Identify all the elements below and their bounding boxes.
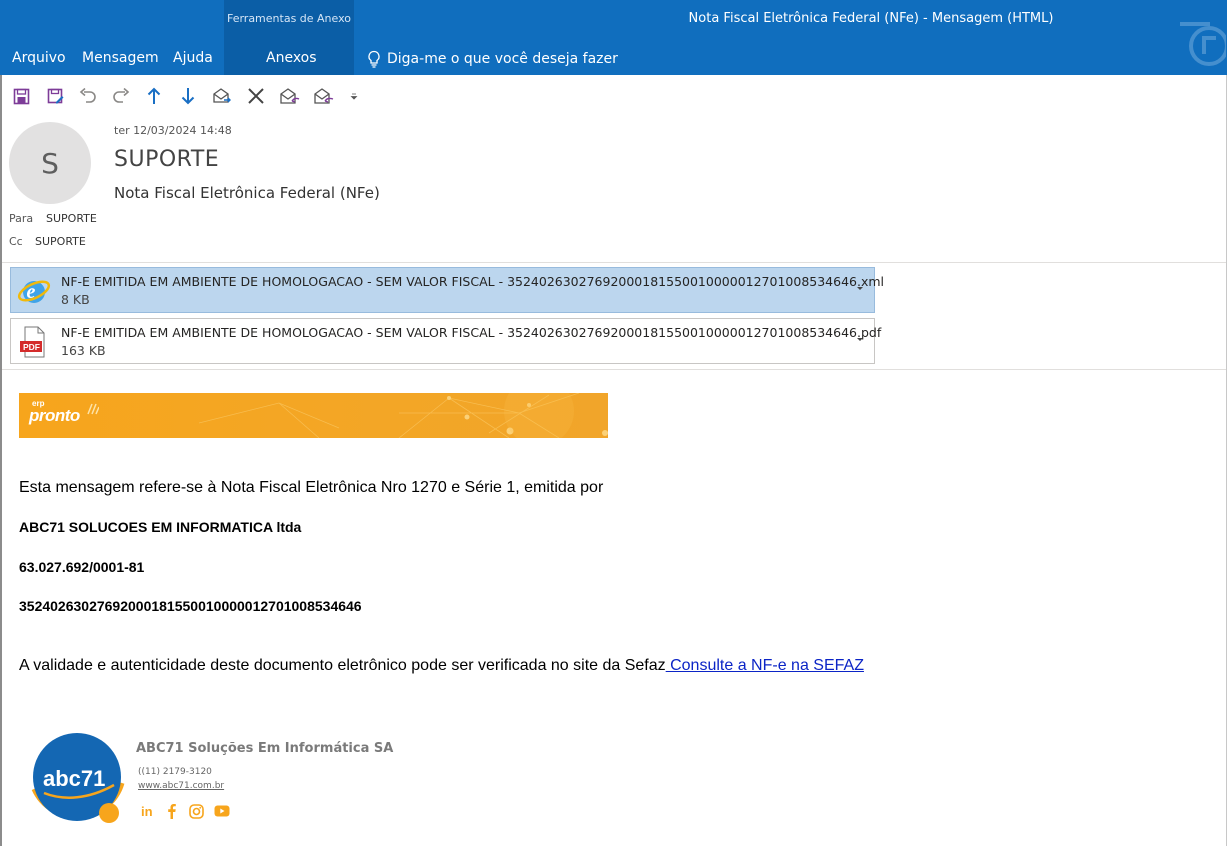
abc71-logo-icon: abc71 — [31, 733, 125, 823]
attachment-xml[interactable]: e NF-E EMITIDA EM AMBIENTE DE HOMOLOGACA… — [10, 267, 884, 313]
company-name: ABC71 SOLUCOES EM INFORMATICA ltda — [19, 519, 302, 535]
cc-value[interactable]: SUPORTE — [35, 235, 86, 248]
lightbulb-icon — [368, 50, 380, 68]
menu-mensagem[interactable]: Mensagem — [82, 50, 159, 66]
reply-icon[interactable] — [277, 84, 301, 108]
attachment-pdf[interactable]: PDF NF-E EMITIDA EM AMBIENTE DE HOMOLOGA… — [10, 318, 881, 364]
svg-text:PDF: PDF — [23, 342, 40, 352]
attachment-size: 163 KB — [61, 343, 106, 358]
attachments-divider — [2, 369, 1226, 370]
intro-text: Esta mensagem refere-se à Nota Fiscal El… — [19, 479, 604, 496]
avatar-initial: S — [41, 146, 59, 180]
menu-anexos[interactable]: Anexos — [266, 50, 317, 66]
sefaz-link[interactable]: Consulte a NF-e na SEFAZ — [666, 657, 864, 674]
context-group-label: Ferramentas de Anexo — [226, 12, 352, 25]
validity-paragraph: A validade e autenticidade deste documen… — [19, 657, 864, 675]
cc-label: Cc — [9, 235, 23, 248]
cnpj-text: 63.027.692/0001-81 — [19, 559, 145, 575]
window-title: Nota Fiscal Eletrônica Federal (NFe) - M… — [688, 11, 1054, 26]
abc71-logo-text: abc71 — [43, 766, 105, 791]
menu-ajuda[interactable]: Ajuda — [173, 50, 213, 66]
customize-icon[interactable] — [343, 84, 365, 108]
signature-website[interactable]: www.abc71.com.br — [138, 781, 224, 791]
watermark-logo-icon — [1180, 22, 1226, 66]
redo-icon[interactable] — [109, 84, 133, 108]
chevron-down-icon[interactable] — [856, 284, 864, 292]
erp-pronto-banner: erp pronto — [19, 393, 608, 438]
delete-icon[interactable] — [244, 84, 268, 108]
facebook-icon[interactable] — [164, 803, 180, 819]
signature-phone: ((11) 2179-3120 — [138, 767, 212, 777]
access-key: 3524026302769200018155001000001270100853… — [19, 598, 362, 614]
save-as-icon[interactable] — [43, 84, 67, 108]
undo-icon[interactable] — [76, 84, 100, 108]
menu-arquivo[interactable]: Arquivo — [12, 50, 66, 66]
move-icon[interactable] — [210, 84, 234, 108]
network-pattern-icon — [198, 393, 608, 438]
reply-all-icon[interactable] — [311, 84, 335, 108]
down-arrow-icon[interactable] — [176, 84, 200, 108]
banner-slashes-icon — [87, 403, 99, 415]
banner-brand: pronto — [29, 406, 80, 425]
tell-me-text: Diga-me o que você deseja fazer — [387, 51, 618, 67]
message-subject: Nota Fiscal Eletrônica Federal (NFe) — [114, 184, 380, 202]
internet-explorer-icon: e — [17, 280, 51, 303]
save-icon[interactable] — [9, 84, 33, 108]
sender-name[interactable]: SUPORTE — [114, 147, 219, 172]
to-label: Para — [9, 212, 34, 225]
tell-me-box[interactable]: Diga-me o que você deseja fazer — [366, 50, 618, 68]
attachment-name: NF-E EMITIDA EM AMBIENTE DE HOMOLOGACAO … — [61, 325, 882, 340]
attachment-size: 8 KB — [61, 292, 90, 307]
youtube-icon[interactable] — [212, 803, 232, 819]
up-arrow-icon[interactable] — [142, 84, 166, 108]
signature-company: ABC71 Soluções Em Informática SA — [136, 741, 394, 756]
svg-text:in: in — [141, 804, 153, 818]
pdf-icon: PDF — [20, 326, 45, 358]
message-date: ter 12/03/2024 14:48 — [114, 124, 232, 137]
linkedin-icon[interactable]: in — [140, 803, 158, 819]
attachment-name: NF-E EMITIDA EM AMBIENTE DE HOMOLOGACAO … — [61, 274, 885, 289]
svg-text:e: e — [27, 281, 36, 303]
to-value[interactable]: SUPORTE — [46, 212, 97, 225]
avatar: S — [9, 122, 91, 204]
header-divider — [2, 262, 1226, 263]
chevron-down-icon[interactable] — [856, 335, 864, 343]
validity-text: A validade e autenticidade deste documen… — [19, 657, 666, 674]
instagram-icon[interactable] — [187, 803, 205, 819]
